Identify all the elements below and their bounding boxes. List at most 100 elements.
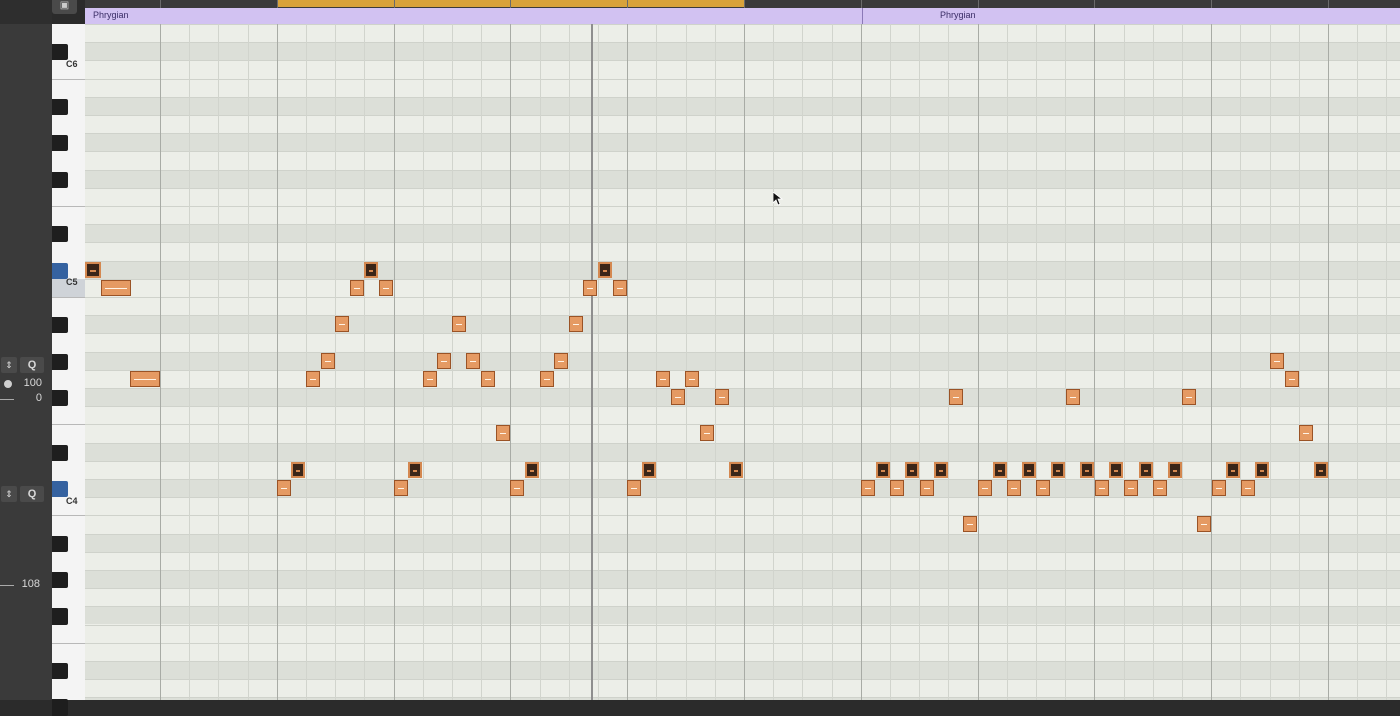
midi-note[interactable]	[978, 480, 992, 496]
midi-note-selected[interactable]	[1139, 461, 1153, 478]
midi-note[interactable]	[949, 389, 963, 405]
offset-value[interactable]: 0	[36, 392, 42, 404]
midi-note-selected[interactable]	[291, 461, 305, 478]
midi-note[interactable]	[423, 370, 437, 387]
timeline-ruler[interactable]	[85, 0, 1400, 8]
midi-note-selected[interactable]	[525, 461, 539, 478]
region-icon[interactable]: ▣	[52, 0, 77, 14]
piano-black-key[interactable]	[52, 44, 68, 61]
piano-black-key[interactable]	[52, 481, 68, 498]
midi-note-selected[interactable]	[729, 461, 743, 478]
quantize-button[interactable]: Q	[20, 357, 44, 373]
midi-note[interactable]	[335, 316, 349, 333]
updown-arrows-icon[interactable]: ⇕	[1, 486, 17, 502]
velocity-knob-icon[interactable]	[4, 380, 12, 388]
grid-beat-line	[802, 24, 804, 700]
midi-note-selected[interactable]	[1022, 461, 1036, 478]
midi-note-selected[interactable]	[1051, 461, 1065, 478]
piano-keyboard[interactable]: C6 C5 C4	[52, 24, 86, 716]
midi-note[interactable]	[496, 425, 510, 442]
midi-note[interactable]	[481, 370, 495, 387]
midi-note[interactable]	[466, 352, 480, 369]
midi-note-selected[interactable]	[1255, 461, 1269, 478]
piano-black-key[interactable]	[52, 663, 68, 680]
midi-note[interactable]	[306, 370, 320, 387]
midi-note[interactable]	[700, 425, 714, 442]
midi-note[interactable]	[1182, 389, 1196, 405]
playhead[interactable]	[591, 24, 593, 700]
midi-note[interactable]	[1095, 480, 1109, 496]
midi-note[interactable]	[920, 480, 934, 496]
midi-note-selected[interactable]	[1226, 461, 1240, 478]
midi-note[interactable]	[130, 370, 160, 387]
quantize-button-2[interactable]: Q	[20, 486, 44, 502]
midi-note-selected[interactable]	[934, 461, 948, 478]
midi-note[interactable]	[685, 370, 699, 387]
midi-note[interactable]	[1285, 370, 1299, 387]
midi-note[interactable]	[1270, 352, 1284, 369]
piano-roll-grid[interactable]	[85, 24, 1400, 700]
midi-note-selected[interactable]	[408, 461, 422, 478]
piano-black-key[interactable]	[52, 98, 68, 115]
midi-note-selected[interactable]	[1168, 461, 1182, 478]
midi-note[interactable]	[583, 279, 597, 296]
midi-note[interactable]	[394, 480, 408, 496]
midi-note[interactable]	[1197, 516, 1211, 533]
midi-note[interactable]	[437, 352, 451, 369]
piano-black-key[interactable]	[52, 444, 68, 461]
piano-black-key[interactable]	[52, 390, 68, 407]
piano-black-key[interactable]	[52, 262, 68, 279]
midi-note[interactable]	[1007, 480, 1021, 496]
piano-black-key[interactable]	[52, 535, 68, 552]
midi-note[interactable]	[1036, 480, 1050, 496]
midi-note-selected[interactable]	[364, 261, 378, 278]
midi-note[interactable]	[452, 316, 466, 333]
piano-black-key[interactable]	[52, 135, 68, 152]
midi-note[interactable]	[510, 480, 524, 496]
piano-black-key[interactable]	[52, 226, 68, 243]
midi-note-selected[interactable]	[642, 461, 656, 478]
midi-note-selected[interactable]	[1314, 461, 1328, 478]
piano-black-key[interactable]	[52, 572, 68, 589]
midi-note[interactable]	[350, 279, 364, 296]
velocity-value[interactable]: 100	[24, 377, 42, 389]
midi-note[interactable]	[1153, 480, 1167, 496]
midi-note[interactable]	[569, 316, 583, 333]
midi-note[interactable]	[379, 279, 393, 296]
tempo-value[interactable]: 108	[22, 578, 40, 590]
scale-quantize-bar[interactable]: Phrygian Phrygian	[85, 8, 1400, 25]
midi-note-selected[interactable]	[993, 461, 1007, 478]
midi-note-selected[interactable]	[1109, 461, 1123, 478]
midi-note[interactable]	[1241, 480, 1255, 496]
piano-black-key[interactable]	[52, 699, 68, 716]
midi-note[interactable]	[1212, 480, 1226, 496]
midi-note[interactable]	[1124, 480, 1138, 496]
midi-note-selected[interactable]	[598, 261, 612, 278]
offset-slider[interactable]	[0, 399, 14, 400]
piano-black-key[interactable]	[52, 171, 68, 188]
midi-note[interactable]	[715, 389, 729, 405]
piano-black-key[interactable]	[52, 353, 68, 370]
midi-note-selected[interactable]	[876, 461, 890, 478]
piano-black-key[interactable]	[52, 317, 68, 334]
midi-note[interactable]	[963, 516, 977, 533]
midi-note[interactable]	[1299, 425, 1313, 442]
midi-note[interactable]	[101, 279, 131, 296]
tempo-slider[interactable]	[0, 585, 14, 586]
midi-note-selected[interactable]	[85, 261, 101, 278]
midi-note[interactable]	[540, 370, 554, 387]
midi-note-selected[interactable]	[1080, 461, 1094, 478]
midi-note[interactable]	[861, 480, 875, 496]
midi-note-selected[interactable]	[905, 461, 919, 478]
midi-note[interactable]	[890, 480, 904, 496]
midi-note[interactable]	[627, 480, 641, 496]
midi-note[interactable]	[613, 279, 627, 296]
midi-note[interactable]	[1066, 389, 1080, 405]
midi-note[interactable]	[321, 352, 335, 369]
piano-black-key[interactable]	[52, 608, 68, 625]
midi-note[interactable]	[277, 480, 291, 496]
midi-note[interactable]	[554, 352, 568, 369]
midi-note[interactable]	[656, 370, 670, 387]
midi-note[interactable]	[671, 389, 685, 405]
updown-arrows-icon[interactable]: ⇕	[1, 357, 17, 373]
